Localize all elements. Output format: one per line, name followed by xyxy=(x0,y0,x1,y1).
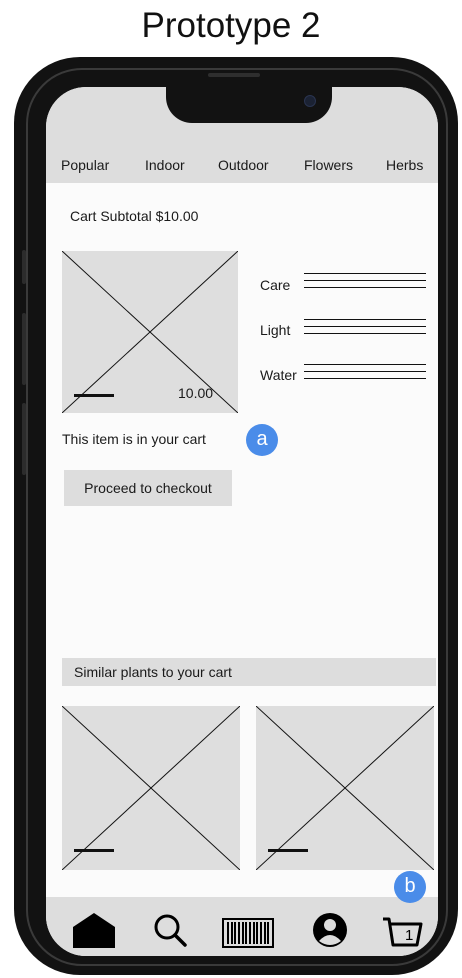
mute-switch xyxy=(22,250,26,284)
product-price: 10.00 xyxy=(178,385,214,401)
page-title: Prototype 2 xyxy=(141,6,321,45)
light-label: Light xyxy=(260,322,291,338)
similar-plant-card-1[interactable] xyxy=(62,706,240,870)
camera-icon xyxy=(304,95,316,107)
search-icon[interactable] xyxy=(149,911,193,949)
checkout-button[interactable]: Proceed to checkout xyxy=(64,470,232,506)
tab-popular[interactable]: Popular xyxy=(61,157,109,173)
water-label: Water xyxy=(260,367,297,383)
plant-name-placeholder xyxy=(268,849,308,852)
product-image[interactable]: 10.00 xyxy=(62,251,238,413)
volume-up-button xyxy=(22,313,26,385)
cart-icon[interactable] xyxy=(380,911,424,949)
barcode-icon[interactable] xyxy=(221,911,277,949)
plant-name-placeholder xyxy=(74,849,114,852)
annotation-b: b xyxy=(394,871,426,903)
image-placeholder-icon xyxy=(256,706,434,870)
care-lines xyxy=(304,273,426,291)
home-icon[interactable] xyxy=(72,911,116,949)
cart-subtotal: Cart Subtotal $10.00 xyxy=(70,208,199,224)
similar-plants-heading: Similar plants to your cart xyxy=(62,658,436,686)
volume-down-button xyxy=(22,403,26,475)
in-cart-message: This item is in your cart xyxy=(62,431,206,447)
bottom-nav: 1 xyxy=(46,897,438,956)
annotation-a: a xyxy=(246,424,278,456)
image-placeholder-icon xyxy=(62,706,240,870)
tab-indoor[interactable]: Indoor xyxy=(145,157,185,173)
tab-outdoor[interactable]: Outdoor xyxy=(218,157,269,173)
phone-screen: Popular Indoor Outdoor Flowers Herbs Car… xyxy=(46,87,438,956)
light-lines xyxy=(304,319,426,337)
care-label: Care xyxy=(260,277,291,293)
tab-herbs[interactable]: Herbs xyxy=(386,157,423,173)
similar-plant-card-2[interactable] xyxy=(256,706,434,870)
speaker-grille xyxy=(208,73,260,77)
profile-icon[interactable] xyxy=(308,911,352,949)
tab-flowers[interactable]: Flowers xyxy=(304,157,353,173)
water-lines xyxy=(304,364,426,382)
cart-count: 1 xyxy=(405,927,414,944)
product-name-placeholder xyxy=(74,394,114,397)
category-bar: Popular Indoor Outdoor Flowers Herbs xyxy=(46,87,438,183)
notch xyxy=(166,87,332,123)
